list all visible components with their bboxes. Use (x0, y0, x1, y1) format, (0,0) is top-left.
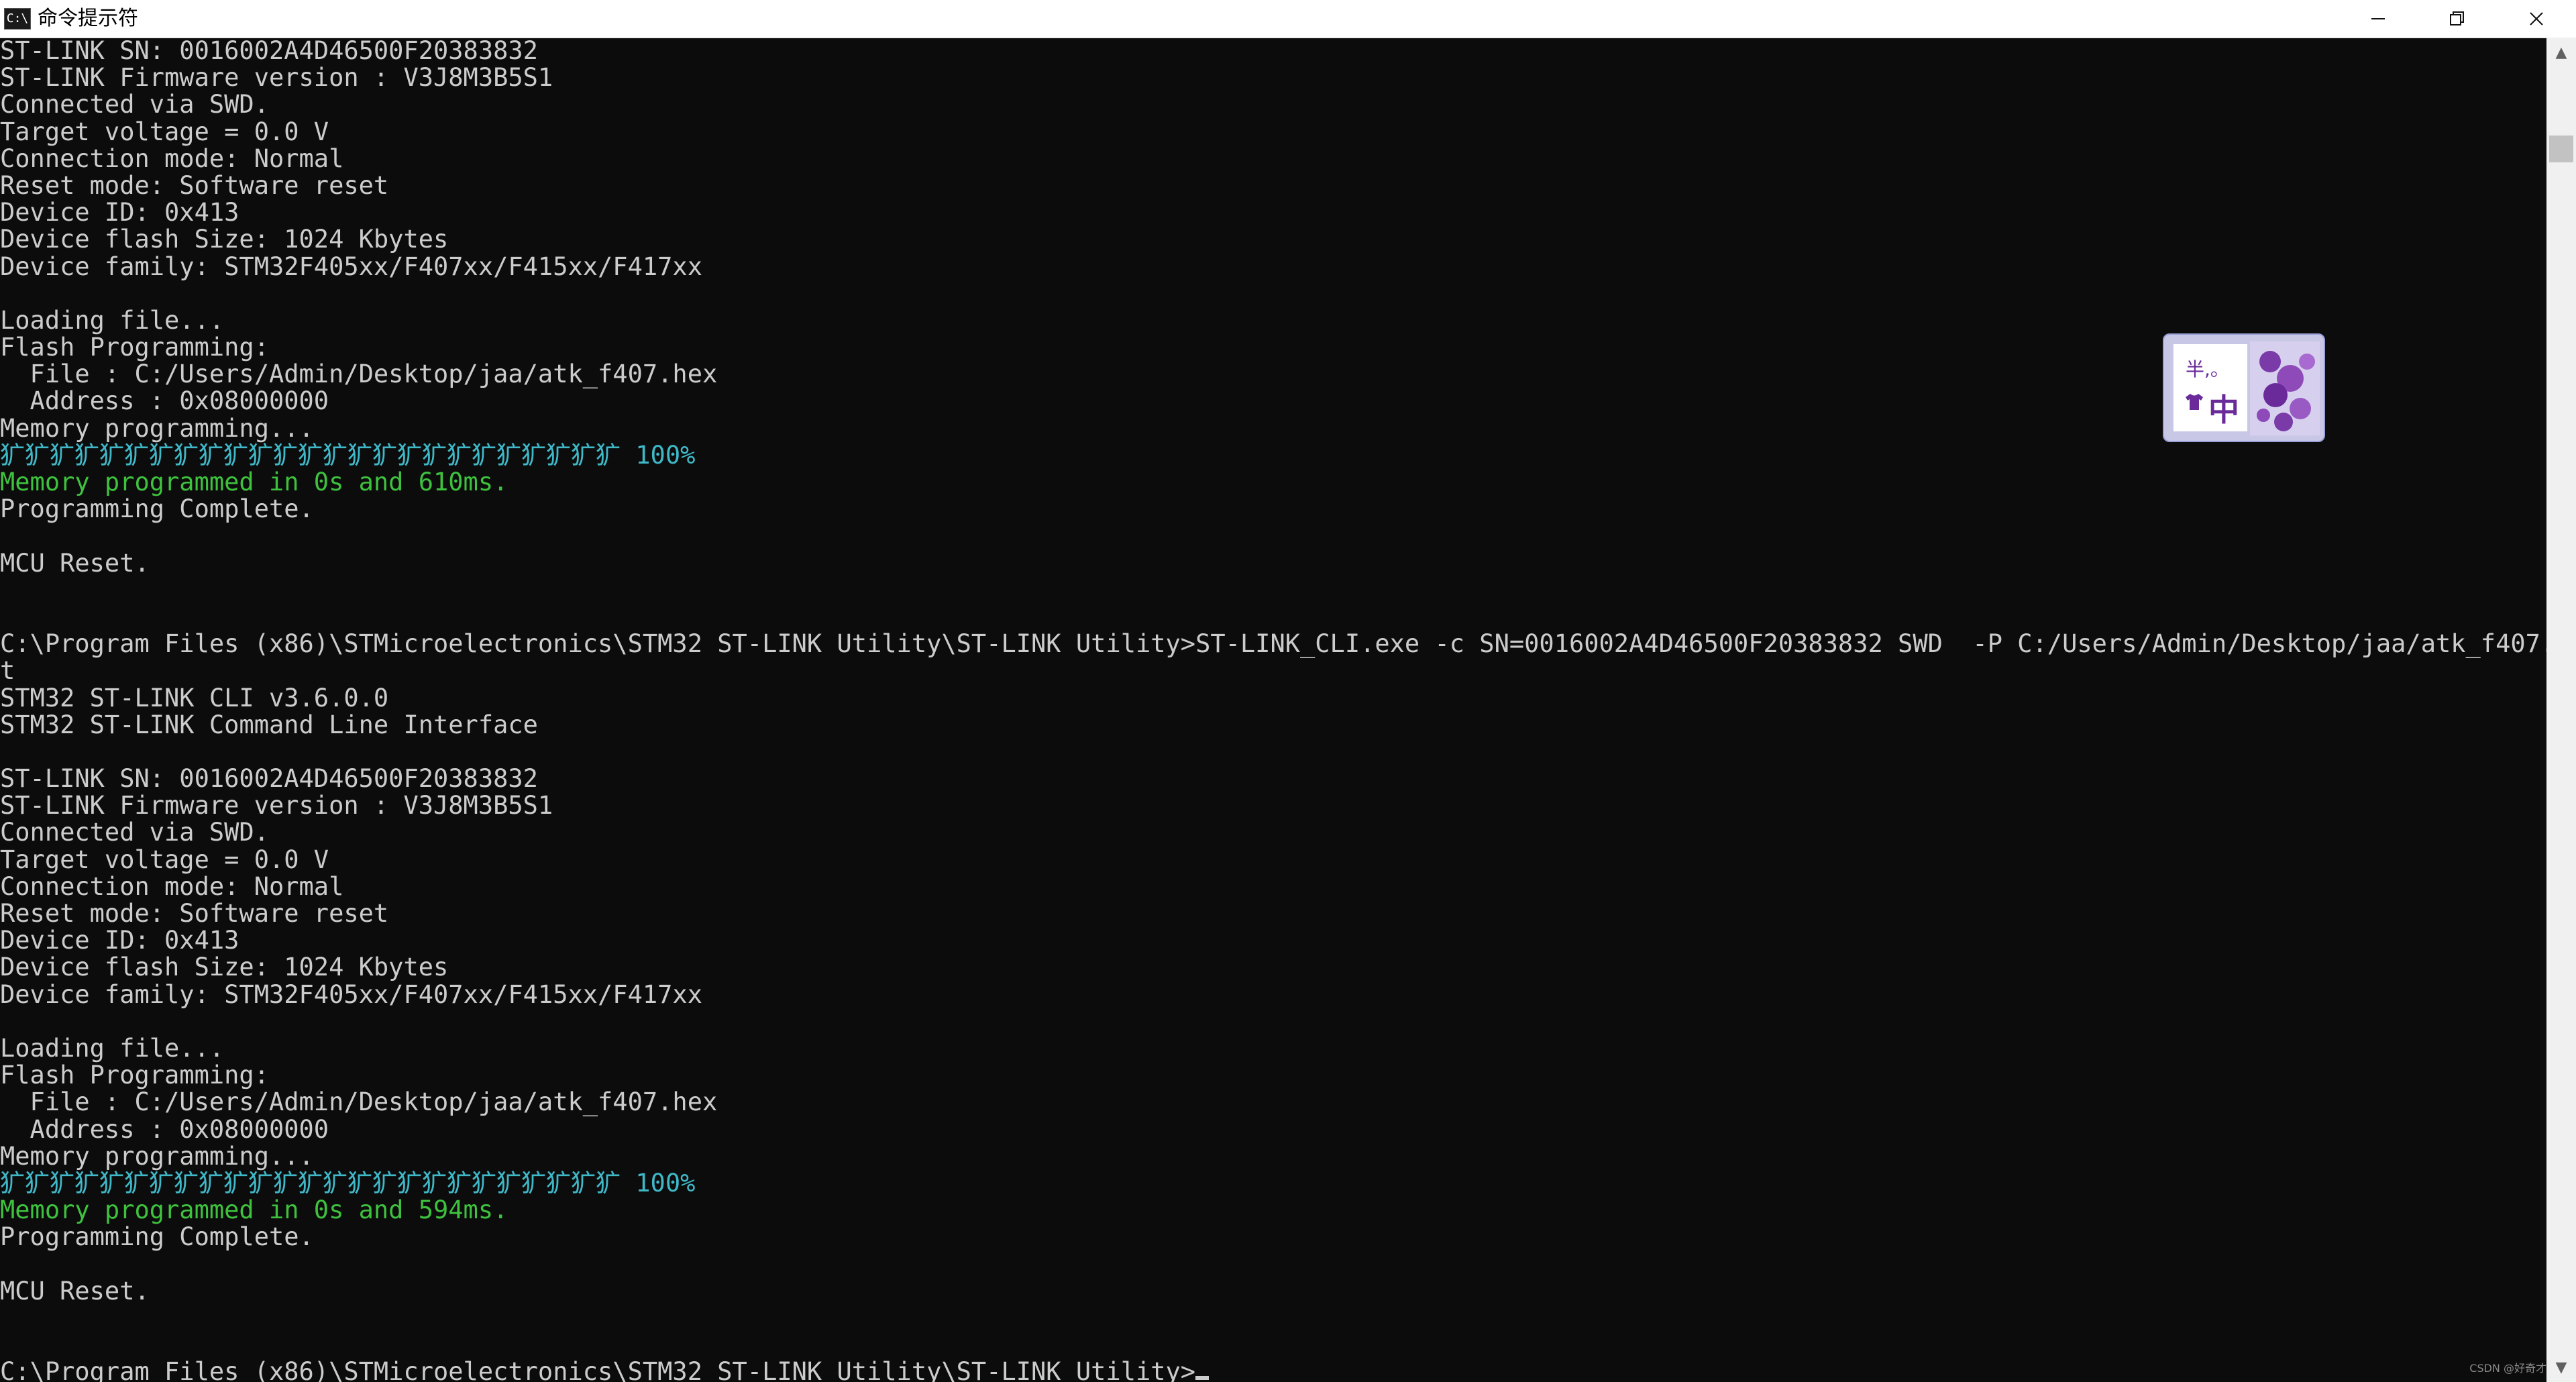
console-line: Connected via SWD. (0, 818, 269, 847)
console-line: Target voltage = 0.0 V (0, 845, 329, 874)
close-icon (2530, 12, 2543, 25)
window-title: 命令提示符 (38, 7, 138, 30)
console-line: ST-LINK Firmware version : V3J8M3B5S1 (0, 63, 553, 93)
console-line: Device flash Size: 1024 Kbytes (0, 225, 449, 254)
console-line: 犷犷犷犷犷犷犷犷犷犷犷犷犷犷犷犷犷犷犷犷犷犷犷犷犷 100% (0, 440, 696, 470)
console-line: Device family: STM32F405xx/F407xx/F415xx… (0, 252, 702, 281)
console-line: STM32 ST-LINK Command Line Interface (0, 710, 538, 739)
ime-panel: 半,。 中 (2174, 344, 2247, 431)
console-line: Reset mode: Software reset (0, 170, 389, 200)
command-prompt: C:\Program Files (x86)\STMicroelectronic… (0, 1357, 1196, 1382)
console-line: Flash Programming: (0, 1061, 269, 1090)
console-line: 犷犷犷犷犷犷犷犷犷犷犷犷犷犷犷犷犷犷犷犷犷犷犷犷犷 100% (0, 1168, 696, 1198)
console-line: Device ID: 0x413 (0, 198, 239, 227)
console-line: Loading file... (0, 305, 225, 335)
console-line: ST-LINK Firmware version : V3J8M3B5S1 (0, 791, 553, 820)
minimize-icon (2371, 18, 2385, 19)
console-line: t (0, 656, 15, 686)
flowers-decoration (2250, 341, 2320, 435)
watermark: CSDN @好奇才 (2469, 1362, 2546, 1375)
command-prompt-line[interactable]: C:\Program Files (x86)\STMicroelectronic… (0, 1359, 2546, 1382)
restore-button[interactable] (2418, 0, 2497, 38)
scroll-up-icon[interactable]: ▲ (2546, 38, 2576, 67)
console-line: Connection mode: Normal (0, 871, 344, 901)
console-output[interactable]: ST-LINK SN: 0016002A4D46500F20383832 ST-L… (0, 38, 2546, 1382)
ime-status-widget[interactable]: 半,。 中 (2163, 333, 2325, 442)
console-line: Target voltage = 0.0 V (0, 117, 329, 146)
scrollbar-thumb[interactable] (2549, 136, 2573, 162)
console-line: Connection mode: Normal (0, 144, 344, 173)
ime-half-width-label[interactable]: 半,。 (2186, 355, 2229, 382)
console-line: Device family: STM32F405xx/F407xx/F415xx… (0, 979, 702, 1009)
console-line: Loading file... (0, 1033, 225, 1063)
console-line: Connected via SWD. (0, 90, 269, 119)
window-controls (2339, 0, 2576, 38)
minimize-button[interactable] (2339, 0, 2418, 38)
text-cursor (1195, 1376, 1210, 1381)
console-line: MCU Reset. (0, 1276, 150, 1306)
console-line: Memory programmed in 0s and 594ms. (0, 1195, 508, 1225)
console-line: Address : 0x08000000 (0, 1114, 329, 1144)
console-line: C:\Program Files (x86)\STMicroelectronic… (0, 629, 2546, 659)
console-line: ST-LINK SN: 0016002A4D46500F20383832 (0, 764, 538, 794)
console-line: Memory programmed in 0s and 610ms. (0, 468, 508, 496)
console-line: Memory programming... (0, 1141, 314, 1171)
ime-chinese-mode-label[interactable]: 中 (2208, 386, 2239, 430)
console-line: ST-LINK SN: 0016002A4D46500F20383832 (0, 38, 538, 65)
scroll-down-icon[interactable]: ▼ (2546, 1352, 2576, 1382)
shirt-icon[interactable] (2184, 392, 2204, 411)
console-line: Programming Complete. (0, 1222, 314, 1252)
console-line: Device ID: 0x413 (0, 926, 239, 955)
restore-icon (2450, 11, 2464, 25)
console-line: Programming Complete. (0, 494, 314, 524)
title-bar[interactable]: C:\ 命令提示符 (0, 0, 2576, 38)
console-line: MCU Reset. (0, 548, 150, 578)
close-button[interactable] (2497, 0, 2576, 38)
cmd-app-icon: C:\ (4, 8, 31, 30)
console-line: STM32 ST-LINK CLI v3.6.0.0 (0, 683, 389, 712)
console-line: Reset mode: Software reset (0, 899, 389, 928)
console-line: File : C:/Users/Admin/Desktop/jaa/atk_f4… (0, 1087, 718, 1117)
console-line: Device flash Size: 1024 Kbytes (0, 953, 449, 982)
vertical-scrollbar[interactable]: ▲ ▼ (2546, 38, 2576, 1382)
